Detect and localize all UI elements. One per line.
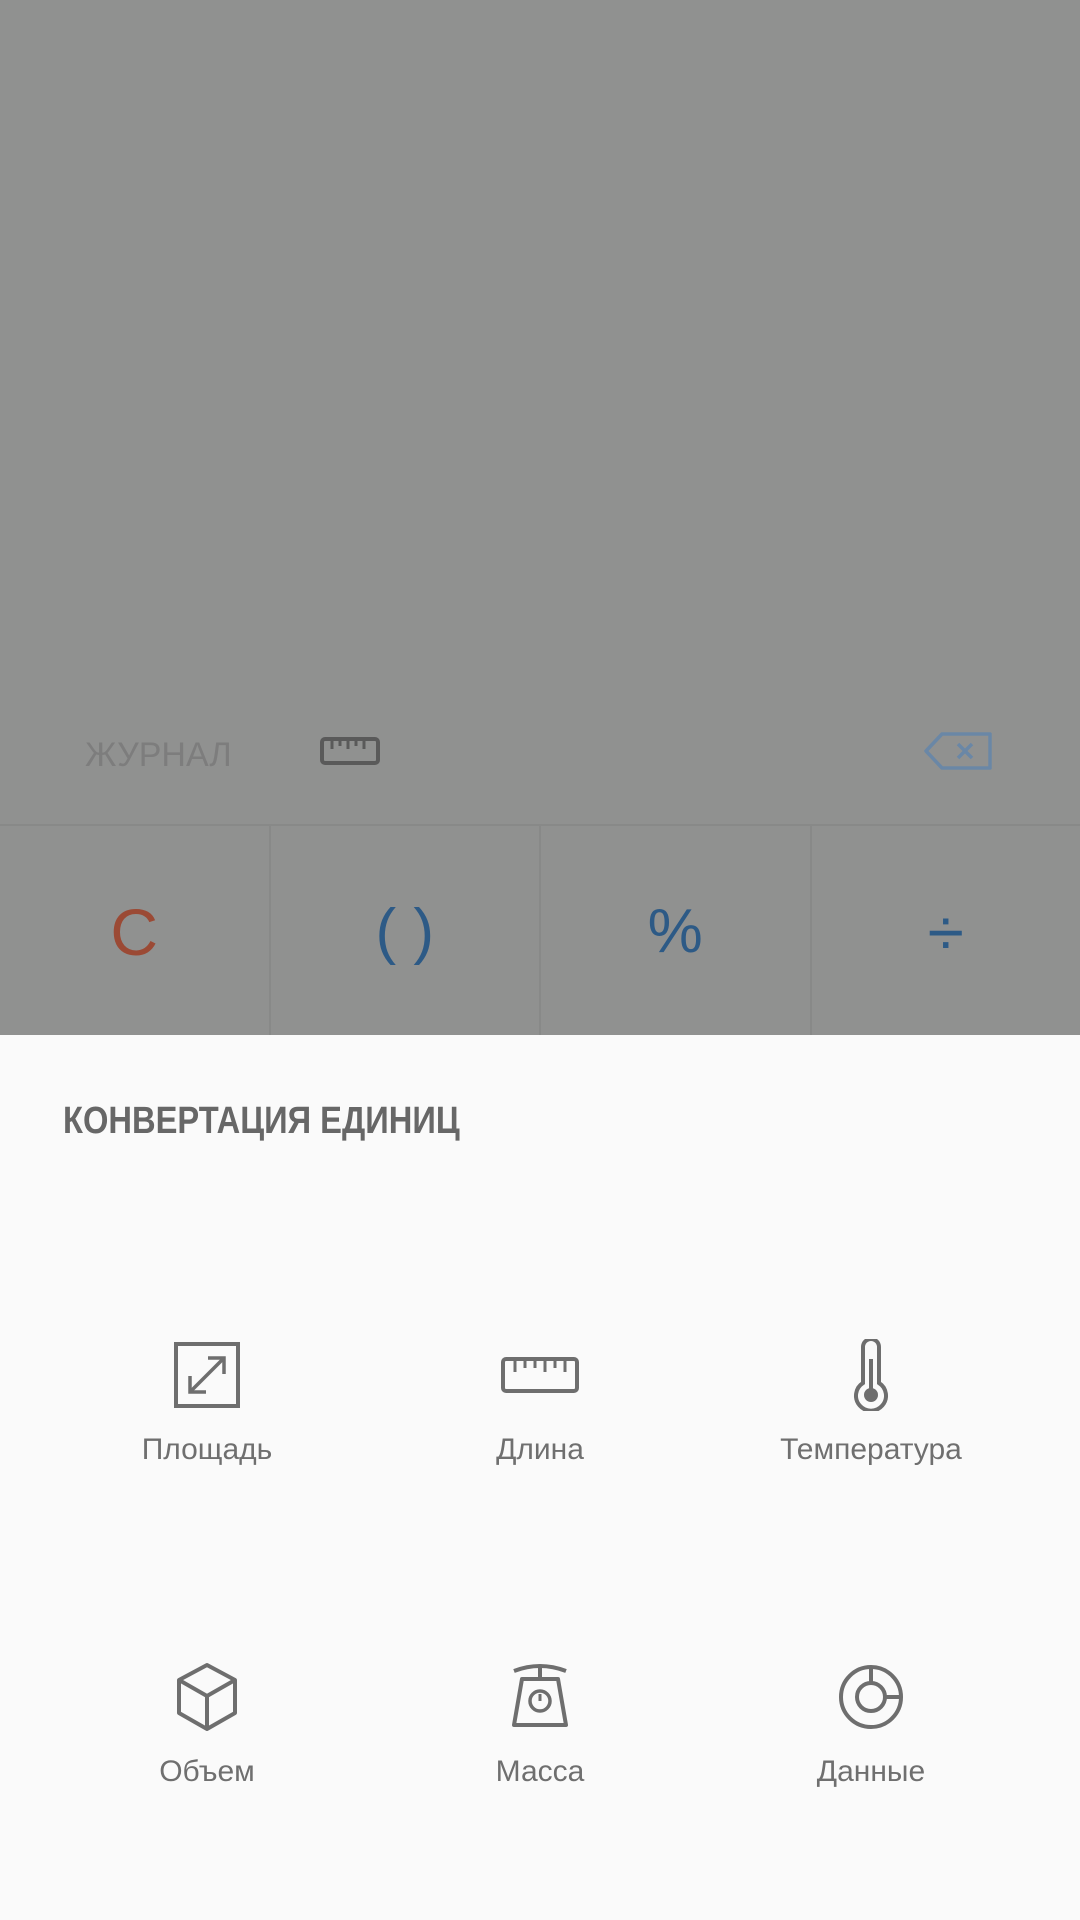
calculator-toolbar: ЖУРНАЛ xyxy=(0,700,1080,824)
parentheses-button[interactable]: ( ) xyxy=(271,826,541,1037)
calculator-display xyxy=(0,0,1080,700)
area-icon xyxy=(167,1335,247,1415)
clear-button[interactable]: C xyxy=(0,826,271,1037)
unit-label: Длина xyxy=(496,1433,584,1466)
cube-icon xyxy=(167,1657,247,1737)
unit-label: Данные xyxy=(816,1755,926,1788)
unit-label: Объем xyxy=(159,1755,255,1788)
calculator-background: ЖУРНАЛ C ( ) % ÷ xyxy=(0,0,1080,1037)
unit-label: Масса xyxy=(495,1755,585,1788)
data-pie-icon xyxy=(831,1657,911,1737)
unit-label: Площадь xyxy=(141,1433,273,1466)
divide-button[interactable]: ÷ xyxy=(812,826,1080,1037)
percent-button[interactable]: % xyxy=(541,826,812,1037)
unit-converter-ruler-icon[interactable] xyxy=(318,726,382,776)
unit-length[interactable]: Длина xyxy=(390,1335,690,1515)
history-button[interactable]: ЖУРНАЛ xyxy=(85,720,232,790)
unit-area[interactable]: Площадь xyxy=(57,1335,357,1515)
unit-volume[interactable]: Объем xyxy=(57,1657,357,1837)
thermometer-icon xyxy=(831,1335,911,1415)
sheet-title: КОНВЕРТАЦИЯ ЕДИНИЦ xyxy=(63,1100,460,1142)
unit-temperature[interactable]: Температура xyxy=(721,1335,1021,1515)
unit-conversion-sheet: КОНВЕРТАЦИЯ ЕДИНИЦ Площадь Длина Темпера… xyxy=(0,1035,1080,1920)
unit-label: Температура xyxy=(780,1433,962,1466)
scale-icon xyxy=(500,1657,580,1737)
calculator-keys-row: C ( ) % ÷ xyxy=(0,824,1080,1037)
unit-mass[interactable]: Масса xyxy=(390,1657,690,1837)
unit-data[interactable]: Данные xyxy=(721,1657,1021,1837)
length-ruler-icon xyxy=(500,1335,580,1415)
backspace-icon[interactable] xyxy=(922,720,996,782)
